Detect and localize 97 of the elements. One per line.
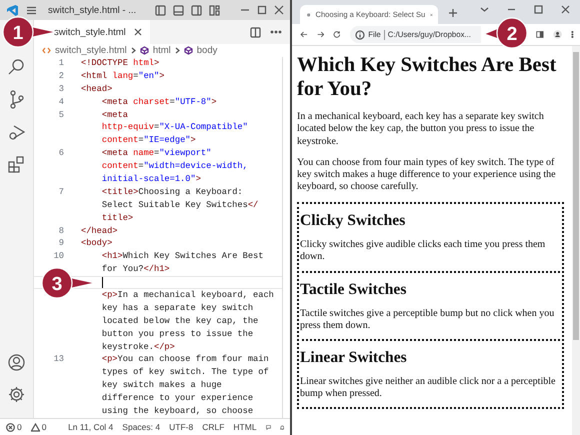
code-line: <meta	[100, 110, 128, 120]
side-panel-icon[interactable]	[536, 29, 544, 40]
code-line: button you press to issue the	[100, 328, 254, 339]
editor-tab[interactable]: switch_style.html	[34, 20, 150, 44]
code-line: key switch makes a huge	[100, 380, 222, 390]
sidebar-layout-icon[interactable]	[155, 4, 166, 16]
tab-label: switch_style.html	[54, 26, 126, 38]
code-line: <head>	[81, 84, 112, 94]
code-line: content="IE=edge">	[100, 135, 196, 146]
line-number: 6	[58, 147, 64, 160]
breadcrumb-item[interactable]: html	[152, 45, 171, 56]
profile-icon[interactable]	[553, 28, 562, 41]
status-item[interactable]: CRLF	[202, 422, 224, 432]
reload-icon[interactable]	[333, 29, 342, 40]
section-heading: Clicky Switches	[300, 212, 406, 230]
line-number: 7	[58, 186, 64, 199]
status-item[interactable]: Ln 11, Col 4	[68, 422, 114, 432]
tab-search-icon[interactable]	[480, 5, 489, 14]
warning-icon	[30, 422, 40, 432]
more-icon[interactable]	[571, 29, 574, 40]
section-heading: Linear Switches	[300, 349, 408, 367]
page-heading: Which Key Switches Are Best for You?	[297, 54, 558, 102]
line-number: 8	[58, 224, 64, 238]
cube-icon	[184, 46, 193, 55]
status-item[interactable]: HTML	[233, 422, 257, 432]
line-number: 2	[58, 70, 64, 83]
new-tab-icon[interactable]	[448, 8, 458, 18]
menu-icon[interactable]	[26, 6, 37, 14]
code-line: <h1>Which Key Switches Are Best	[100, 251, 264, 262]
line-number: 1	[58, 57, 64, 70]
code-line: <p>You can choose from four main	[100, 354, 269, 364]
panel-layout-icon[interactable]	[173, 4, 184, 16]
line-number: 13	[52, 353, 64, 366]
code-line: <p>In a mechanical keyboard, each	[100, 290, 274, 300]
extensions-icon[interactable]	[8, 156, 25, 173]
scrollbar[interactable]	[572, 46, 580, 435]
code-line: <html lang="en">	[81, 70, 164, 81]
breadcrumb-item[interactable]: switch_style.html	[55, 45, 127, 56]
paragraph: Tactile switches give a perceptible bump but no click when you press them down.	[300, 308, 556, 332]
account-icon[interactable]	[8, 354, 25, 371]
code-line: Select Suitable Key Switches</	[100, 200, 258, 210]
branch-icon[interactable]	[8, 90, 25, 109]
code-line: </head>	[81, 226, 118, 236]
code-line: difference to your experience	[100, 393, 254, 404]
maximize-icon[interactable]	[534, 5, 543, 14]
section-heading: Tactile Switches	[300, 280, 408, 299]
code-line: <!DOCTYPE html>	[81, 58, 160, 68]
error-count: 0	[17, 422, 22, 432]
breadcrumb-item[interactable]: body	[196, 45, 218, 56]
code-line: types of key switch. The type of	[100, 367, 269, 378]
line-number: 10	[52, 250, 64, 264]
code-line: <meta name="viewport"	[100, 148, 212, 158]
code-line: for You?</h1>	[100, 264, 170, 274]
code-line: initial-scale=1.0">	[100, 174, 201, 184]
split-editor-icon[interactable]	[250, 26, 261, 38]
chevron-icon	[174, 47, 180, 54]
error-icon	[6, 422, 15, 432]
code-line: title>	[100, 212, 134, 223]
line-number: 5	[58, 108, 64, 122]
secondary-sidebar-icon[interactable]	[191, 4, 202, 16]
status-item[interactable]: UTF-8	[169, 422, 194, 432]
info-icon	[355, 30, 366, 40]
more-icon[interactable]	[270, 30, 282, 34]
chevron-icon	[130, 47, 136, 54]
cube-icon	[140, 46, 149, 55]
warning-count: 0	[42, 422, 46, 432]
code-line: <body>	[81, 238, 112, 248]
paragraph: Clicky switches give audible clicks each time you press them down.	[300, 239, 546, 264]
settings-icon[interactable]	[8, 386, 25, 403]
line-number: 3	[58, 82, 64, 96]
maximize-icon[interactable]	[257, 5, 267, 15]
code-file-icon	[42, 47, 51, 54]
status-item[interactable]: Spaces: 4	[122, 422, 160, 432]
line-number: 9	[58, 237, 64, 250]
customize-layout-icon[interactable]	[209, 4, 220, 16]
line-number: 4	[58, 96, 64, 109]
close-icon[interactable]	[561, 5, 570, 14]
run-debug-icon[interactable]	[8, 124, 26, 141]
code-line: <meta charset="UTF-8">	[100, 96, 217, 107]
window-title: switch_style.html - ...	[48, 4, 138, 16]
code-line: key has a separate key switch	[100, 302, 254, 313]
close-icon[interactable]	[134, 28, 142, 36]
close-icon[interactable]	[274, 5, 284, 15]
code-line: located below the key cap, the	[100, 316, 258, 326]
code-line: using the keyboard, so choose	[100, 406, 254, 416]
paragraph: In a mechanical keyboard, each key has a separate key switch located below the key cap, the button you press to issue the keystroke.	[297, 111, 545, 148]
forward-icon[interactable]	[316, 29, 324, 40]
search-icon[interactable]	[8, 58, 25, 75]
code-line: keystroke.</p>	[100, 342, 175, 352]
code-line: <title>Choosing a Keyboard:	[100, 186, 243, 197]
paragraph: You can choose from four main types of key switch. The type of key switch makes a huge difference to your experience using the keyboard, so choose carefully.	[297, 156, 557, 194]
paragraph: Linear switches give neither an audible click nor a a perceptible bump when pressed.	[300, 376, 556, 400]
back-icon[interactable]	[300, 29, 308, 40]
code-line: http-equiv="X-UA-Compatible"	[100, 122, 248, 132]
editor-logo-icon	[6, 4, 19, 16]
code-line: content="width=device-width,	[100, 161, 248, 172]
text-cursor	[102, 277, 103, 288]
